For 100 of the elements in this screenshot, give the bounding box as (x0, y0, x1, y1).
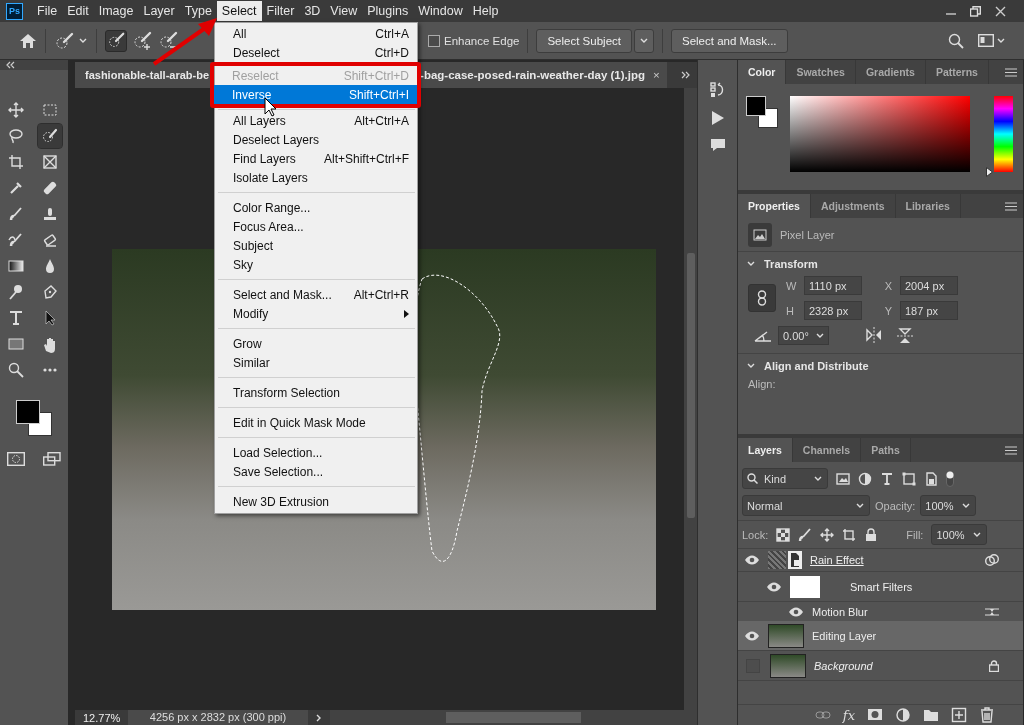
horizontal-scrollbar[interactable] (330, 710, 697, 725)
new-layer-icon[interactable] (951, 707, 967, 723)
close-tab-button[interactable]: × (653, 69, 660, 81)
panel-menu-icon[interactable] (1005, 201, 1017, 211)
panel-tab[interactable]: Layers (738, 438, 793, 462)
color-field[interactable] (790, 96, 970, 172)
menu-item[interactable]: 3D (299, 1, 326, 21)
dropdown-button[interactable] (633, 28, 654, 53)
input-field[interactable]: 2004 px (900, 276, 958, 295)
panel-tab[interactable]: Properties (738, 194, 811, 218)
link-layers-icon[interactable] (814, 710, 831, 720)
layer-row[interactable]: Motion Blur (738, 602, 1023, 621)
input-field[interactable]: 1110 px (804, 276, 862, 295)
lock-all-icon[interactable] (864, 527, 879, 542)
menu-item[interactable]: Isolate Layers (215, 168, 417, 187)
menu-item[interactable]: Sky (215, 255, 417, 274)
history-icon[interactable] (709, 82, 726, 98)
panel-menu-icon[interactable] (1005, 445, 1017, 455)
menu-item[interactable]: File (32, 1, 63, 21)
menu-item[interactable]: Layer (138, 1, 180, 21)
menu-item[interactable]: Focus Area... (215, 217, 417, 236)
menu-item[interactable]: Type (179, 1, 217, 21)
quick-selection-icon[interactable] (38, 124, 62, 148)
color-swatches[interactable] (746, 96, 780, 130)
toolbar-button[interactable]: Select Subject (536, 28, 632, 53)
layer-row[interactable]: Rain Effect (738, 549, 1023, 572)
menu-item[interactable]: Inverse Shift+Ctrl+I (214, 85, 417, 104)
menu-item[interactable]: Save Selection... (215, 462, 417, 481)
quick-selection-preset-icon[interactable] (54, 31, 74, 50)
shape-filter-icon[interactable] (902, 471, 916, 486)
input-field[interactable]: 187 px (900, 301, 958, 320)
collapse-icon[interactable] (6, 61, 15, 69)
panel-menu-icon[interactable] (1005, 67, 1017, 77)
menu-item[interactable]: Similar (215, 353, 417, 372)
delete-icon[interactable] (979, 707, 995, 723)
type-filter-icon[interactable] (880, 471, 894, 486)
lock-pixels-icon[interactable] (798, 527, 813, 542)
menu-item[interactable]: Transform Selection (215, 383, 417, 402)
filter-options-icon[interactable] (985, 606, 999, 617)
menu-item[interactable]: Edit in Quick Mask Mode (215, 413, 417, 432)
blend-mode-dropdown[interactable]: Normal (742, 495, 870, 516)
add-selection-icon[interactable] (131, 29, 153, 52)
angle-dropdown[interactable]: 0.00° (778, 326, 829, 345)
menu-item[interactable]: Subject (215, 236, 417, 255)
home-icon[interactable] (19, 32, 37, 49)
expand-icon[interactable] (681, 71, 690, 79)
menu-item[interactable]: Find Layers Alt+Shift+Ctrl+F (215, 149, 417, 168)
opacity-field[interactable]: 100% (920, 495, 977, 516)
panel-tab[interactable]: Patterns (925, 60, 989, 84)
link-dimensions-button[interactable] (748, 284, 776, 312)
panel-tab[interactable]: Adjustments (810, 194, 896, 218)
lock-position-icon[interactable] (820, 527, 835, 542)
play-icon[interactable] (710, 110, 725, 126)
menu-item[interactable]: Select and Mask... Alt+Ctrl+R (215, 285, 417, 304)
input-field[interactable]: 2328 px (804, 301, 862, 320)
flip-vertical-icon[interactable] (896, 326, 913, 345)
workspace-icon[interactable] (978, 34, 994, 47)
eye-icon[interactable] (744, 629, 760, 642)
menu-item[interactable]: Color Range... (215, 198, 417, 217)
layer-row[interactable]: Background (738, 651, 1023, 681)
menu-item[interactable]: Grow (215, 334, 417, 353)
layer-style-button[interactable]: fx (842, 707, 855, 723)
close-icon[interactable] (995, 5, 1006, 17)
layer-row[interactable]: Editing Layer (738, 621, 1023, 651)
menu-item[interactable]: Filter (261, 1, 300, 21)
menu-item[interactable]: Plugins (362, 1, 414, 21)
panel-tab[interactable]: Channels (792, 438, 862, 462)
layer-row[interactable]: Smart Filters (738, 572, 1023, 602)
new-selection-icon[interactable] (105, 29, 127, 52)
enhance-edge-checkbox[interactable] (428, 34, 440, 47)
layer-mask-icon[interactable] (867, 707, 883, 723)
filter-toggle-icon[interactable] (946, 470, 954, 487)
panel-tab[interactable]: Libraries (895, 194, 961, 218)
menu-item[interactable]: Deselect Layers (215, 130, 417, 149)
menu-item[interactable]: All Layers Alt+Ctrl+A (215, 111, 417, 130)
filter-dropdown[interactable]: Kind (742, 468, 828, 489)
menu-item[interactable]: Image (93, 1, 139, 21)
image-filter-icon[interactable] (836, 471, 850, 486)
menu-item[interactable]: Window (413, 1, 468, 21)
toolbar-button[interactable]: Select and Mask... (670, 28, 788, 53)
panel-tab[interactable]: Paths (861, 438, 911, 462)
flip-horizontal-icon[interactable] (864, 326, 883, 343)
eye-icon[interactable] (788, 605, 804, 618)
menu-item[interactable]: View (325, 1, 363, 21)
menu-item[interactable]: Deselect Ctrl+D (215, 43, 417, 62)
comment-icon[interactable] (709, 138, 726, 152)
adjustment-filter-icon[interactable] (858, 471, 872, 486)
quick-mask-icon[interactable] (7, 452, 25, 466)
lock-artboard-icon[interactable] (842, 527, 857, 542)
panel-tab[interactable]: Color (738, 60, 787, 84)
fill-field[interactable]: 100% (931, 524, 988, 545)
folder-icon[interactable] (923, 707, 939, 723)
screen-mode-icon[interactable] (43, 452, 61, 466)
menu-item[interactable]: Edit (62, 1, 94, 21)
eye-icon[interactable] (744, 554, 760, 566)
menu-item[interactable]: Modify (215, 304, 417, 323)
menu-item[interactable]: Load Selection... (215, 443, 417, 462)
panel-tab[interactable]: Gradients (855, 60, 926, 84)
hue-slider-thumb[interactable] (986, 167, 993, 177)
restore-icon[interactable] (970, 5, 981, 17)
